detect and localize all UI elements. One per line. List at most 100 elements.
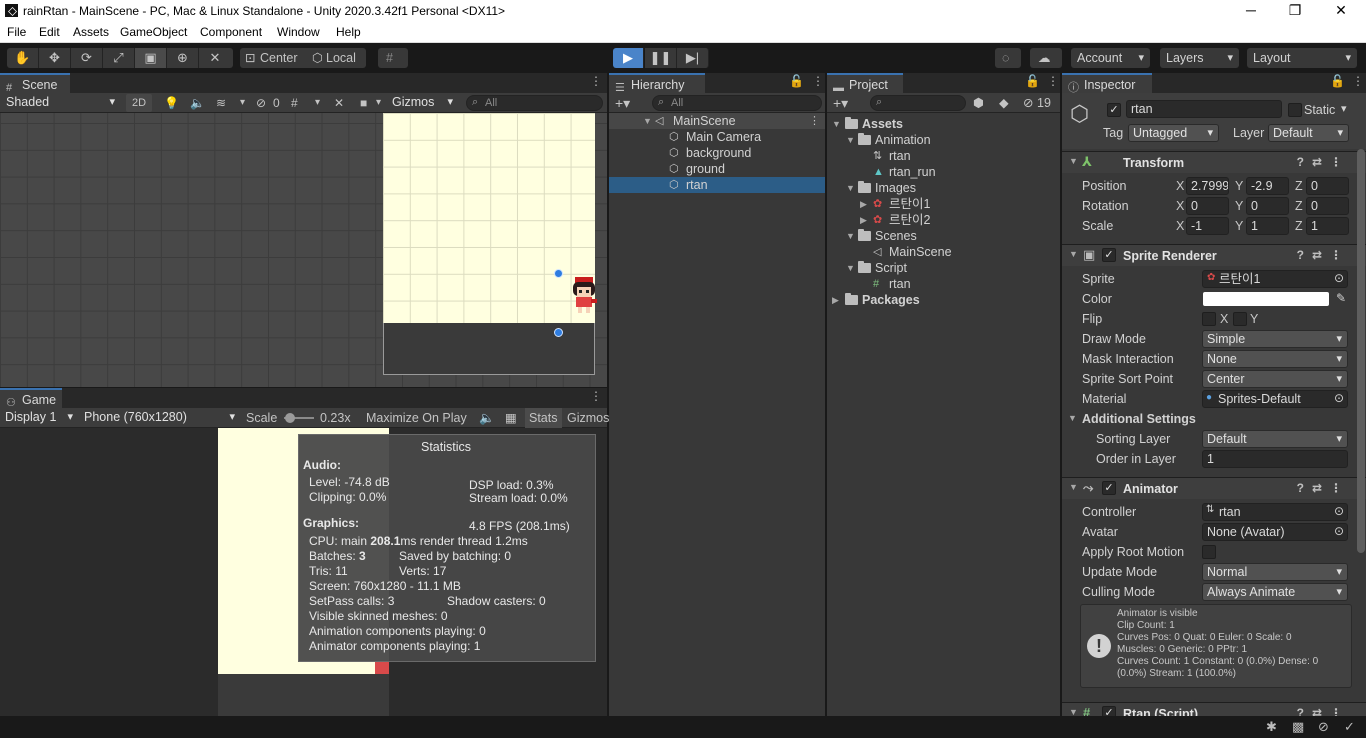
rotate-tool-icon[interactable]: ⟳ (71, 48, 103, 68)
maximize-on-play-toggle[interactable]: Maximize On Play (366, 408, 467, 428)
eyedropper-icon[interactable]: ✎ (1336, 291, 1346, 305)
avatar-field[interactable]: None (Avatar) (1202, 523, 1348, 541)
collapse-icon[interactable]: ▼ (1068, 413, 1077, 423)
game-gizmos-toggle[interactable]: Gizmos (567, 408, 609, 428)
menu-file[interactable]: File (7, 25, 26, 39)
pivot-center-button[interactable]: Center (260, 48, 298, 68)
layout-dropdown[interactable]: Layout (1247, 48, 1357, 68)
project-search-input[interactable] (870, 95, 966, 111)
resolution-dropdown[interactable]: Phone (760x1280) (80, 409, 240, 427)
rotation-x-field[interactable]: 0 (1186, 197, 1229, 215)
hierarchy-item-main-camera[interactable]: ⬡ Main Camera (609, 129, 825, 145)
component-header-icons[interactable]: ?⇄⋮ (1297, 706, 1350, 716)
component-header-icons[interactable]: ?⇄⋮ (1297, 481, 1350, 495)
expand-icon[interactable]: ▶ (860, 196, 867, 212)
flip-x-checkbox[interactable] (1202, 312, 1216, 326)
hierarchy-create-button[interactable]: +▾ (615, 93, 630, 113)
object-picker-icon[interactable]: ⊙ (1334, 391, 1344, 405)
grid-snap-button[interactable]: # (378, 48, 408, 68)
menu-window[interactable]: Window (277, 25, 320, 39)
component-header-icons[interactable]: ?⇄⋮ (1297, 155, 1350, 169)
scene-viewport[interactable] (0, 113, 607, 387)
scene-search-input[interactable]: All (466, 95, 603, 111)
tab-hierarchy[interactable]: ☰ Hierarchy (609, 73, 705, 94)
camera-dropdown-icon[interactable]: ▾ (376, 93, 381, 113)
color-swatch[interactable] (1203, 292, 1329, 306)
project-folder-animation[interactable]: ▼ Animation (827, 132, 1060, 148)
search-by-type-icon[interactable]: ⬢ (973, 93, 984, 113)
project-folder-images[interactable]: ▼ Images (827, 180, 1060, 196)
bug-icon[interactable]: ✱ (1266, 719, 1277, 735)
sprite-renderer-header[interactable]: ▼ ▣ ✓ Sprite Renderer ?⇄⋮ (1062, 244, 1366, 266)
rotation-y-field[interactable]: 0 (1246, 197, 1289, 215)
object-picker-icon[interactable]: ⊙ (1334, 524, 1344, 538)
position-x-field[interactable]: 2.7999 (1186, 177, 1229, 195)
update-mode-dropdown[interactable]: Normal (1202, 563, 1348, 581)
scene-menu-icon[interactable]: ⋮ (809, 113, 820, 129)
script-enabled-checkbox[interactable]: ✓ (1102, 706, 1116, 716)
collapse-icon[interactable]: ▼ (1069, 482, 1078, 492)
display-dropdown[interactable]: Display 1 (1, 409, 78, 427)
effects-icon[interactable]: ≋ (216, 93, 226, 113)
collapse-icon[interactable]: ▼ (832, 116, 841, 132)
project-folder-packages[interactable]: ▶ Packages (827, 292, 1060, 308)
scale-slider-thumb[interactable] (285, 413, 295, 423)
restore-button[interactable]: ❐ (1272, 0, 1318, 22)
active-checkbox[interactable]: ✓ (1107, 103, 1121, 117)
cloud-button[interactable]: ☁ (1030, 48, 1062, 68)
menu-help[interactable]: Help (336, 25, 361, 39)
lighting-icon[interactable]: 💡 (164, 93, 179, 113)
component-header-icons[interactable]: ?⇄⋮ (1297, 248, 1350, 262)
step-icon[interactable]: ▶| (677, 48, 709, 68)
pause-icon[interactable]: ❚❚ (645, 48, 677, 68)
scale-x-field[interactable]: -1 (1186, 217, 1229, 235)
transform-tool-icon[interactable]: ⊕ (167, 48, 199, 68)
static-dropdown-icon[interactable]: ▾ (1341, 102, 1347, 115)
shortcuts-icon[interactable]: ▦ (505, 408, 517, 428)
project-item-image-1[interactable]: ▶ ✿ 르탄이1 (827, 196, 1060, 212)
menu-edit[interactable]: Edit (39, 25, 60, 39)
layer-dropdown[interactable]: Default (1268, 124, 1349, 142)
object-picker-icon[interactable]: ⊙ (1334, 504, 1344, 518)
hierarchy-item-background[interactable]: ⬡ background (609, 145, 825, 161)
collapse-icon[interactable]: ▼ (1069, 156, 1078, 166)
project-create-button[interactable]: +▾ (833, 93, 848, 113)
collapse-icon[interactable]: ▼ (846, 260, 855, 276)
sort-point-dropdown[interactable]: Center (1202, 370, 1348, 388)
hand-tool-icon[interactable]: ✋ (7, 48, 39, 68)
project-folder-assets[interactable]: ▼ Assets (827, 116, 1060, 132)
scale-z-field[interactable]: 1 (1306, 217, 1349, 235)
tab-scene[interactable]: # Scene (0, 73, 70, 94)
game-menu-icon[interactable]: ⋮ (590, 389, 602, 403)
project-item-image-2[interactable]: ▶ ✿ 르탄이2 (827, 212, 1060, 228)
hidden-objects-icon[interactable]: ⊘ (256, 93, 266, 113)
tools-icon[interactable]: ✕ (334, 93, 344, 113)
order-in-layer-field[interactable]: 1 (1202, 450, 1348, 468)
hierarchy-search-input[interactable]: All (652, 95, 822, 111)
project-item-mainscene[interactable]: ◁ MainScene (827, 244, 1060, 260)
sprite-renderer-enabled-checkbox[interactable]: ✓ (1102, 248, 1116, 262)
scene-grid-toggle-icon[interactable]: # (291, 93, 298, 113)
draw-mode-dropdown[interactable]: Simple (1202, 330, 1348, 348)
tab-inspector[interactable]: ⓘ Inspector (1062, 73, 1152, 94)
scale-tool-icon[interactable]: ⤢ (103, 48, 135, 68)
gizmos-dropdown[interactable]: Gizmos (388, 94, 458, 112)
collapse-icon[interactable]: ▼ (846, 180, 855, 196)
animator-enabled-checkbox[interactable]: ✓ (1102, 481, 1116, 495)
culling-mode-dropdown[interactable]: Always Animate (1202, 583, 1348, 601)
rtan-script-header[interactable]: ▼ # ✓ Rtan (Script) ?⇄⋮ (1062, 702, 1366, 716)
effects-dropdown-icon[interactable]: ▾ (240, 93, 245, 113)
tab-game[interactable]: ⚇ Game (0, 388, 62, 409)
root-motion-checkbox[interactable] (1202, 545, 1216, 559)
project-folder-scenes[interactable]: ▼ Scenes (827, 228, 1060, 244)
animator-header[interactable]: ▼ ⤳ ✓ Animator ?⇄⋮ (1062, 477, 1366, 499)
collapse-icon[interactable]: ▼ (1069, 707, 1078, 716)
sorting-layer-dropdown[interactable]: Default (1202, 430, 1348, 448)
collapse-icon[interactable]: ▼ (643, 113, 652, 129)
project-folder-script[interactable]: ▼ Script (827, 260, 1060, 276)
position-z-field[interactable]: 0 (1306, 177, 1349, 195)
hidden-packages-icon[interactable]: ⊘ (1023, 93, 1033, 113)
scene-menu-icon[interactable]: ⋮ (590, 74, 602, 88)
scale-y-field[interactable]: 1 (1246, 217, 1289, 235)
rect-tool-icon[interactable]: ▣ (135, 48, 167, 68)
